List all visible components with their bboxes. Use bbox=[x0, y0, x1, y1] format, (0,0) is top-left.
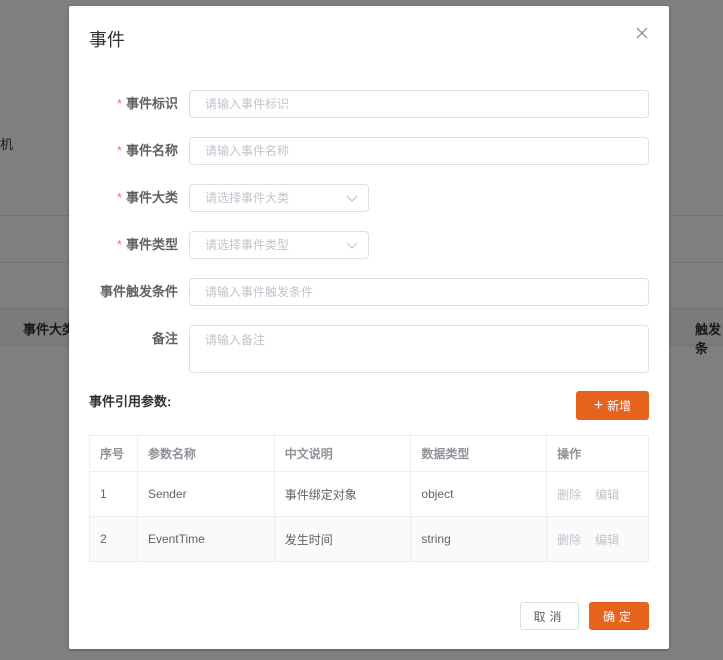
remark-label: 备注 bbox=[151, 331, 178, 346]
event-name-label: * 事件名称 bbox=[116, 143, 178, 158]
cell-actions: 删除 编辑 bbox=[546, 516, 649, 562]
select-placeholder: 请选择事件大类 bbox=[205, 191, 290, 205]
table-row: 2 EventTime 发生时间 string 删除 编辑 bbox=[89, 516, 649, 562]
cell-no: 1 bbox=[89, 471, 138, 517]
table-header-row: 序号 参数名称 中文说明 数据类型 操作 bbox=[89, 435, 649, 472]
event-dialog: 事件 *事件标识 *事件名称 *事件大类 请选择事件大类 *事件类型 请选择事件… bbox=[69, 6, 669, 649]
trigger-label: 事件触发条件 bbox=[99, 284, 178, 299]
column-header-actions: 操作 bbox=[546, 435, 649, 472]
event-id-input[interactable] bbox=[189, 90, 649, 118]
event-category-select[interactable]: 请选择事件大类 bbox=[189, 184, 369, 212]
event-type-select[interactable]: 请选择事件类型 bbox=[189, 231, 369, 259]
cell-name: EventTime bbox=[136, 516, 275, 562]
cell-desc: 事件绑定对象 bbox=[273, 471, 412, 517]
edit-link[interactable]: 编辑 bbox=[595, 488, 619, 502]
column-header-desc: 中文说明 bbox=[273, 435, 412, 472]
edit-link[interactable]: 编辑 bbox=[595, 533, 619, 547]
column-header-name: 参数名称 bbox=[136, 435, 275, 472]
trigger-input[interactable] bbox=[189, 278, 649, 306]
confirm-button[interactable]: 确定 bbox=[589, 602, 649, 630]
event-category-label: * 事件大类 bbox=[116, 190, 178, 205]
cell-no: 2 bbox=[89, 516, 138, 562]
params-table: 序号 参数名称 中文说明 数据类型 操作 1 Sender 事件绑定对象 obj… bbox=[89, 435, 649, 562]
add-param-button[interactable]: + 新增 bbox=[576, 391, 649, 420]
cell-type: object bbox=[410, 471, 548, 517]
remark-textarea[interactable] bbox=[189, 325, 649, 373]
delete-link[interactable]: 删除 bbox=[557, 533, 581, 547]
event-id-label: * 事件标识 bbox=[116, 96, 178, 111]
dialog-title: 事件 bbox=[89, 30, 125, 50]
event-type-label: * 事件类型 bbox=[116, 237, 178, 252]
required-mark: * bbox=[116, 190, 122, 205]
cell-type: string bbox=[410, 516, 548, 562]
required-mark: * bbox=[116, 96, 122, 111]
required-mark: * bbox=[116, 237, 122, 252]
cell-name: Sender bbox=[136, 471, 275, 517]
chevron-down-icon bbox=[346, 195, 358, 202]
column-header-type: 数据类型 bbox=[410, 435, 548, 472]
params-section-title: 事件引用参数: bbox=[89, 394, 172, 409]
plus-icon: + bbox=[593, 396, 604, 414]
required-mark: * bbox=[116, 143, 122, 158]
cell-desc: 发生时间 bbox=[273, 516, 412, 562]
cell-actions: 删除 编辑 bbox=[546, 471, 649, 517]
close-icon[interactable] bbox=[635, 26, 649, 40]
cancel-button[interactable]: 取消 bbox=[520, 602, 579, 630]
add-param-label: 新增 bbox=[607, 399, 632, 413]
chevron-down-icon bbox=[346, 242, 358, 249]
table-row: 1 Sender 事件绑定对象 object 删除 编辑 bbox=[89, 471, 649, 517]
event-name-input[interactable] bbox=[189, 137, 649, 165]
column-header-no: 序号 bbox=[89, 435, 138, 472]
delete-link[interactable]: 删除 bbox=[557, 488, 581, 502]
select-placeholder: 请选择事件类型 bbox=[205, 238, 290, 252]
